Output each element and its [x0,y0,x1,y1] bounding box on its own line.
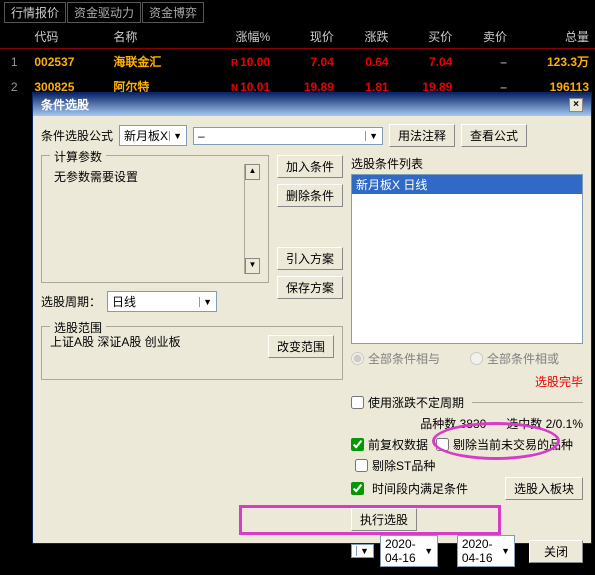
dialog-titlebar[interactable]: 条件选股 × [33,93,591,116]
col-diff[interactable]: 涨跌 [340,25,395,49]
date-separator: – [444,544,451,558]
period-select[interactable]: 日线 ▼ [107,291,217,312]
notrade-checkbox[interactable] [436,438,449,451]
period-value: 日线 [112,293,136,310]
top-tabs: 行情报价 资金驱动力 资金博弈 [0,0,595,25]
fq-checkbox[interactable] [351,438,364,451]
radio-or[interactable]: 全部条件相或 [470,350,559,367]
formula-select[interactable]: 新月板X ▼ [119,125,187,146]
dialog-title: 条件选股 [41,96,89,113]
time-checkbox[interactable] [351,482,364,495]
scroll-down-icon[interactable]: ▼ [245,258,260,274]
date-to-input[interactable]: 2020-04-16 ▼ [457,535,515,567]
st-checkbox[interactable] [355,459,368,472]
chevron-down-icon: ▼ [356,546,369,556]
st-label: 剔除ST品种 [372,457,435,474]
chevron-down-icon: ▼ [501,546,510,556]
condition-list-label: 选股条件列表 [351,155,583,172]
notrade-label: 剔除当前未交易的品种 [453,436,573,453]
close-icon[interactable]: × [569,98,583,112]
radio-and[interactable]: 全部条件相与 [351,350,440,367]
formula-sub: – [198,129,205,143]
close-button[interactable]: 关闭 [529,540,583,563]
col-price[interactable]: 现价 [276,25,340,49]
radio-and-input[interactable] [351,352,364,365]
formula-value: 新月板X [124,127,168,144]
chevron-down-icon: ▼ [169,131,182,141]
into-block-button[interactable]: 选股入板块 [505,477,583,500]
cell-vol: 123.3万 [513,49,595,75]
delete-condition-button[interactable]: 删除条件 [277,184,343,207]
cell-diff: 0.64 [340,49,395,75]
time-label: 时间段内满足条件 [372,480,468,497]
list-item[interactable]: 新月板X 日线 [352,175,582,194]
range-text: 上证A股 深证A股 创业板 [50,335,262,351]
period-label: 选股周期： [41,293,101,310]
change-range-button[interactable]: 改变范围 [268,335,334,358]
col-ask[interactable]: 卖价 [458,25,513,49]
formula-sub-select[interactable]: – ▼ [193,127,383,145]
cell-price: 7.04 [276,49,340,75]
fq-label: 前复权数据 [368,436,428,453]
selected-label: 选中数 2/0.1% [506,415,583,432]
scrollbar[interactable]: ▲ ▼ [244,164,260,274]
date-left-combo[interactable]: ▼ [351,544,374,558]
import-scheme-button[interactable]: 引入方案 [277,247,343,270]
stock-filter-dialog: 条件选股 × 条件选股公式 新月板X ▼ – ▼ 用法注释 查看公式 计算 [32,92,592,544]
col-code[interactable]: 代码 [28,25,107,49]
scroll-up-icon[interactable]: ▲ [245,164,260,180]
usage-button[interactable]: 用法注释 [389,124,455,147]
save-scheme-button[interactable]: 保存方案 [277,276,343,299]
date-from-input[interactable]: 2020-04-16 ▼ [380,535,438,567]
add-condition-button[interactable]: 加入条件 [277,155,343,178]
calc-text: 无参数需要设置 [50,164,244,274]
chevron-down-icon: ▼ [199,297,212,307]
chevron-down-icon: ▼ [365,131,378,141]
col-chg[interactable]: 涨幅% [198,25,276,49]
tab-fund-game[interactable]: 资金博弈 [142,2,204,23]
range-legend: 选股范围 [50,319,106,336]
col-vol[interactable]: 总量 [513,25,595,49]
stock-table: 代码 名称 涨幅% 现价 涨跌 买价 卖价 总量 1 002537 海联金汇 R… [0,25,595,99]
calc-legend: 计算参数 [50,148,106,165]
date-to-value: 2020-04-16 [462,537,497,565]
calc-params-group: 计算参数 无参数需要设置 ▲ ▼ [41,155,269,283]
tab-quotes[interactable]: 行情报价 [4,2,66,23]
table-row[interactable]: 1 002537 海联金汇 R10.00 7.04 0.64 7.04 – 12… [0,49,595,75]
view-formula-button[interactable]: 查看公式 [461,124,527,147]
tab-fund-drive[interactable]: 资金驱动力 [67,2,141,23]
col-name[interactable]: 名称 [107,25,198,49]
chevron-down-icon: ▼ [424,546,433,556]
separator [472,402,583,403]
cell-ask: – [458,49,513,75]
execute-button[interactable]: 执行选股 [351,508,417,531]
col-idx[interactable] [0,25,28,49]
range-group: 选股范围 上证A股 深证A股 创业板 改变范围 [41,326,343,380]
count-label: 品种数 3830 [420,415,486,432]
condition-listbox[interactable]: 新月板X 日线 [351,174,583,344]
cell-code: 002537 [28,49,107,75]
cell-name: 海联金汇 [107,49,198,75]
formula-label: 条件选股公式 [41,127,113,144]
radio-or-input[interactable] [470,352,483,365]
cell-idx: 1 [0,49,28,75]
cell-idx: 2 [0,74,28,99]
prefix-r: R [231,58,238,69]
col-bid[interactable]: 买价 [395,25,459,49]
date-from-value: 2020-04-16 [385,537,420,565]
uncertain-period-label: 使用涨跌不定周期 [368,394,464,411]
status-text: 选股完毕 [351,373,583,390]
cell-chg: R10.00 [198,49,276,75]
cell-bid: 7.04 [395,49,459,75]
uncertain-period-checkbox[interactable] [351,396,364,409]
